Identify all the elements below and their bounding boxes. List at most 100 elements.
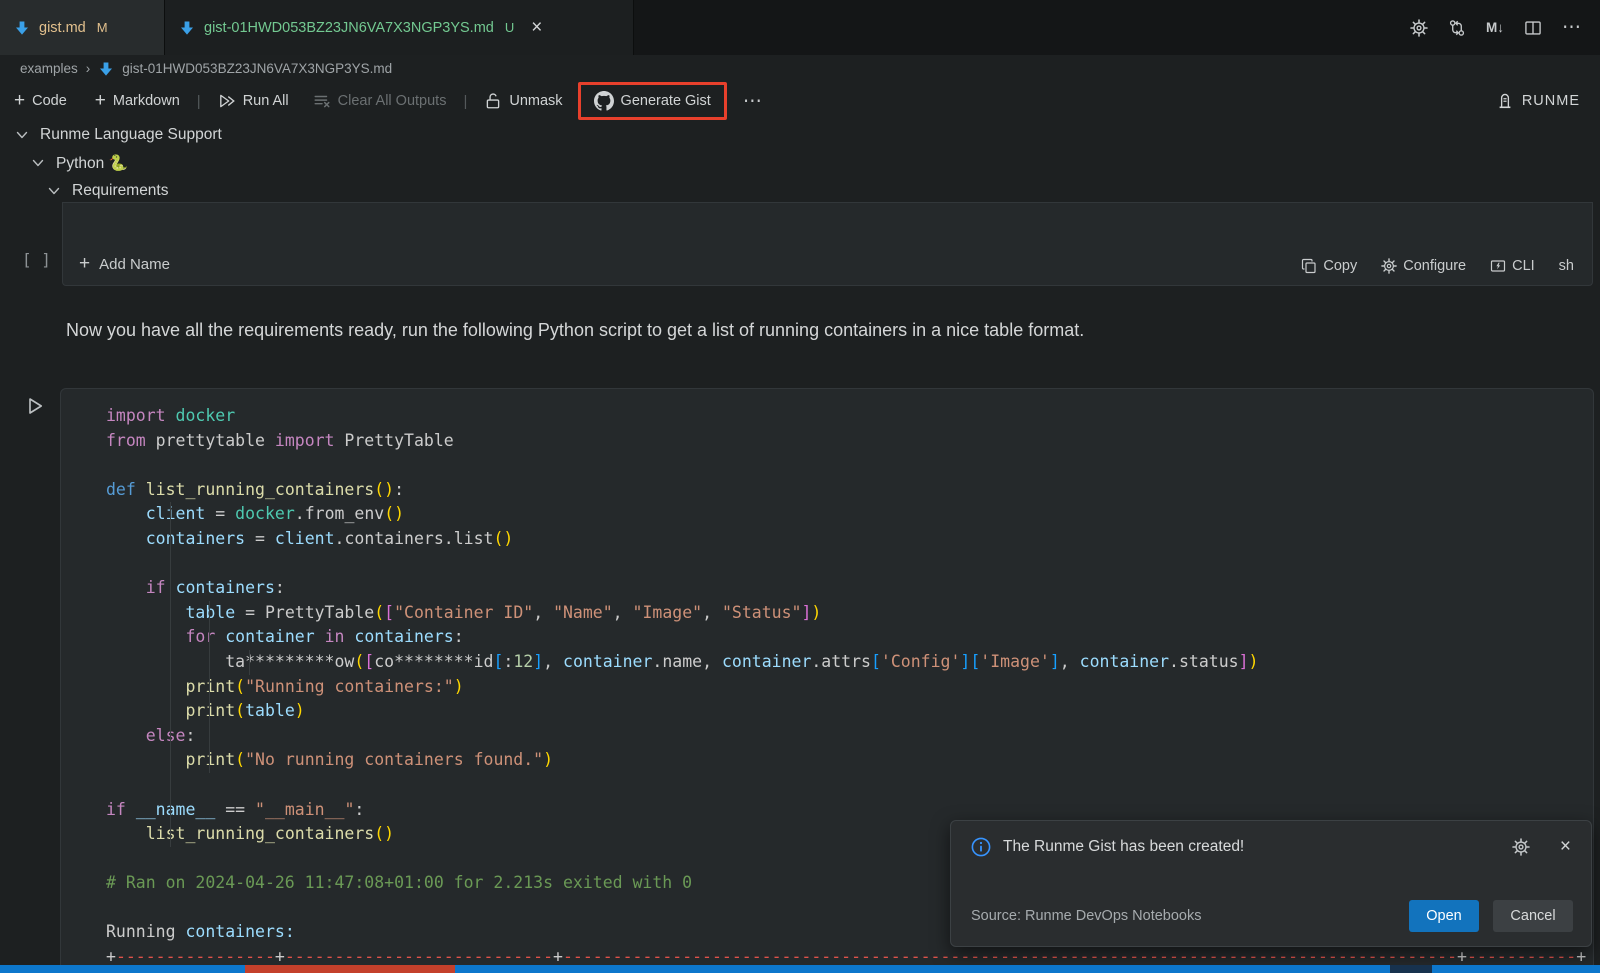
tab-label: gist.md (39, 20, 86, 36)
add-markdown-button[interactable]: + Markdown (95, 92, 180, 111)
code-line: client = docker.from_env() (106, 502, 1586, 527)
plus-icon: + (79, 254, 90, 273)
indent-guide (170, 502, 171, 847)
configure-button[interactable]: Configure (1381, 258, 1466, 274)
indent-guide (249, 650, 250, 675)
status-segment-red (245, 965, 455, 973)
code-line: print(table) (106, 699, 1586, 724)
copy-button[interactable]: Copy (1301, 258, 1357, 274)
more-toolbar-actions-icon[interactable]: ⋯ (743, 90, 763, 113)
breadcrumb-separator: › (86, 61, 91, 76)
breadcrumb-folder[interactable]: examples (20, 61, 78, 76)
status-segment-dark (1390, 965, 1432, 973)
run-cell-button[interactable] (25, 396, 45, 416)
close-icon[interactable]: × (531, 17, 542, 39)
breadcrumb[interactable]: examples › gist-01HWD053BZ23JN6VA7X3NGP3… (20, 55, 392, 82)
chevron-down-icon[interactable] (46, 183, 62, 199)
toolbar-separator: | (197, 93, 201, 110)
add-name-button[interactable]: + Add Name (79, 255, 170, 274)
runme-logo-icon (1496, 92, 1514, 110)
split-editor-icon[interactable] (1524, 19, 1542, 37)
outline-python[interactable]: Python 🐍 (30, 149, 128, 177)
code-line: from prettytable import PrettyTable (106, 429, 1586, 454)
outline-requirements[interactable]: Requirements (46, 177, 169, 205)
add-code-label: Code (32, 93, 67, 109)
code-line: if containers: (106, 576, 1586, 601)
cancel-button[interactable]: Cancel (1493, 900, 1573, 932)
vscode-runme-notebook: gist.md M gist-01HWD053BZ23JN6VA7X3NGP3Y… (0, 0, 1600, 973)
unmask-label: Unmask (509, 93, 562, 109)
cell-language-badge[interactable]: sh (1559, 258, 1574, 274)
code-line: print("No running containers found.") (106, 748, 1586, 773)
chevron-down-icon[interactable] (30, 155, 46, 171)
code-line: for container in containers: (106, 625, 1586, 650)
tab-gist-generated-md[interactable]: gist-01HWD053BZ23JN6VA7X3NGP3YS.md U × (165, 0, 634, 55)
generate-gist-button[interactable]: Generate Gist (594, 91, 711, 111)
gear-icon[interactable] (1512, 838, 1530, 856)
untracked-badge: U (505, 20, 514, 35)
indent-guide (209, 601, 210, 773)
notebook-toolbar: + Code + Markdown | Run All Clear All Ou… (0, 82, 1600, 120)
chevron-down-icon[interactable] (14, 127, 30, 143)
code-line: if __name__ == "__main__": (106, 798, 1586, 823)
unmask-button[interactable]: Unmask (484, 92, 562, 110)
code-line (106, 773, 1586, 798)
clear-all-outputs-button[interactable]: Clear All Outputs (313, 92, 447, 110)
gear-icon[interactable] (1410, 19, 1428, 37)
notification-toast: The Runme Gist has been created! × Sourc… (950, 820, 1592, 947)
plus-icon: + (14, 91, 25, 110)
cli-icon (1490, 258, 1506, 274)
outline-label: Requirements (72, 182, 169, 200)
add-name-label: Add Name (99, 256, 170, 273)
copy-label: Copy (1323, 258, 1357, 274)
outline-label: Python 🐍 (56, 154, 128, 173)
info-icon (971, 837, 991, 857)
toast-source: Source: Runme DevOps Notebooks (971, 908, 1202, 924)
copy-icon (1301, 258, 1317, 274)
toast-header: The Runme Gist has been created! × (971, 836, 1571, 858)
requirements-cell: + Add Name Copy Configure CLI sh (62, 202, 1593, 286)
run-all-icon (218, 92, 236, 110)
code-line (106, 552, 1586, 577)
more-actions-icon[interactable]: ⋯ (1562, 16, 1582, 39)
generate-gist-label: Generate Gist (621, 93, 711, 109)
clear-all-outputs-label: Clear All Outputs (338, 93, 447, 109)
close-icon[interactable]: × (1560, 836, 1571, 858)
outline-runme-language-support[interactable]: Runme Language Support (14, 121, 222, 149)
cell-execution-gutter: [ ] (22, 250, 51, 269)
code-line: ta*********ow([co********id[:12], contai… (106, 650, 1586, 675)
clear-outputs-icon (313, 92, 331, 110)
gear-icon (1381, 258, 1397, 274)
breadcrumb-file[interactable]: gist-01HWD053BZ23JN6VA7X3NGP3YS.md (122, 61, 392, 76)
status-segment-blue (0, 965, 1600, 973)
configure-label: Configure (1403, 258, 1466, 274)
code-line: import docker (106, 404, 1586, 429)
code-line: containers = client.containers.list() (106, 527, 1586, 552)
open-button[interactable]: Open (1409, 900, 1479, 932)
run-all-button[interactable]: Run All (218, 92, 289, 110)
markdown-preview-icon[interactable]: M↓ (1486, 20, 1504, 35)
toast-title: The Runme Gist has been created! (1003, 838, 1244, 856)
editor-actions: M↓ ⋯ (1410, 0, 1582, 55)
tab-label: gist-01HWD053BZ23JN6VA7X3NGP3YS.md (204, 20, 494, 36)
runme-kernel-button[interactable]: RUNME (1496, 82, 1580, 120)
code-line (106, 453, 1586, 478)
annotation-highlight: Generate Gist (578, 82, 727, 120)
cli-label: CLI (1512, 258, 1535, 274)
cell-actions: Copy Configure CLI sh (1301, 258, 1574, 274)
plus-icon: + (95, 91, 106, 110)
git-compare-icon[interactable] (1448, 19, 1466, 37)
runme-file-icon (179, 20, 195, 36)
runme-file-icon (98, 61, 114, 77)
unlock-icon (484, 92, 502, 110)
code-line: else: (106, 724, 1586, 749)
add-code-button[interactable]: + Code (14, 92, 67, 111)
cli-button[interactable]: CLI (1490, 258, 1535, 274)
tab-gist-md[interactable]: gist.md M (0, 0, 165, 55)
code-line: print("Running containers:") (106, 675, 1586, 700)
modified-badge: M (97, 20, 108, 35)
runme-kernel-label: RUNME (1522, 93, 1580, 109)
code-line: def list_running_containers(): (106, 478, 1586, 503)
toolbar-separator: | (463, 93, 467, 110)
status-bar (0, 965, 1600, 973)
